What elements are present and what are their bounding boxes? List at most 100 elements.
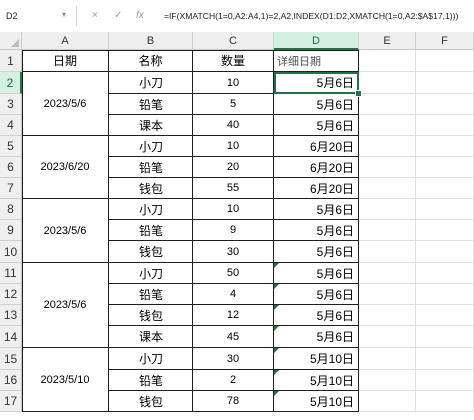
quantity-cell[interactable]: 30 bbox=[193, 348, 274, 370]
detail-date-cell[interactable]: 6月20日 bbox=[274, 178, 359, 199]
row-header-1[interactable]: 1 bbox=[0, 50, 22, 72]
row-header-2[interactable]: 2 bbox=[0, 72, 22, 94]
quantity-cell[interactable]: 2 bbox=[193, 370, 274, 391]
detail-date-cell[interactable]: 5月6日 bbox=[274, 326, 359, 348]
column-header-c[interactable]: C bbox=[193, 32, 274, 50]
empty-cell[interactable] bbox=[416, 326, 474, 348]
header-cell-d[interactable]: 详细日期 bbox=[274, 50, 359, 72]
empty-cell[interactable] bbox=[359, 178, 416, 199]
empty-cell[interactable] bbox=[416, 50, 474, 72]
name-cell[interactable]: 小刀 bbox=[109, 199, 193, 220]
column-header-a[interactable]: A bbox=[22, 32, 109, 50]
row-header-5[interactable]: 5 bbox=[0, 136, 22, 157]
name-cell[interactable]: 小刀 bbox=[109, 136, 193, 157]
empty-cell[interactable] bbox=[359, 136, 416, 157]
quantity-cell[interactable]: 5 bbox=[193, 94, 274, 115]
detail-date-cell[interactable]: 6月20日 bbox=[274, 157, 359, 178]
empty-cell[interactable] bbox=[416, 241, 474, 263]
empty-cell[interactable] bbox=[359, 220, 416, 241]
empty-cell[interactable] bbox=[416, 136, 474, 157]
detail-date-cell[interactable]: 5月6日 bbox=[274, 94, 359, 115]
name-box-dropdown-icon[interactable]: ▾ bbox=[62, 10, 66, 19]
empty-cell[interactable] bbox=[416, 284, 474, 305]
empty-cell[interactable] bbox=[359, 94, 416, 115]
empty-cell[interactable] bbox=[416, 199, 474, 220]
name-cell[interactable]: 课本 bbox=[109, 326, 193, 348]
date-cell[interactable]: 2023/5/6 bbox=[22, 263, 109, 348]
empty-cell[interactable] bbox=[416, 220, 474, 241]
name-cell[interactable]: 钱包 bbox=[109, 391, 193, 412]
quantity-cell[interactable]: 10 bbox=[193, 72, 274, 94]
name-cell[interactable]: 铅笔 bbox=[109, 94, 193, 115]
row-header-4[interactable]: 4 bbox=[0, 115, 22, 136]
row-header-14[interactable]: 14 bbox=[0, 326, 22, 348]
quantity-cell[interactable]: 10 bbox=[193, 136, 274, 157]
empty-cell[interactable] bbox=[416, 348, 474, 370]
empty-cell[interactable] bbox=[416, 115, 474, 136]
detail-date-cell[interactable]: 5月6日 bbox=[274, 199, 359, 220]
detail-date-cell[interactable]: 5月6日 bbox=[274, 284, 359, 305]
header-cell-a[interactable]: 日期 bbox=[22, 50, 109, 72]
detail-date-cell[interactable]: 5月6日 bbox=[274, 241, 359, 263]
detail-date-cell[interactable]: 5月6日 bbox=[274, 115, 359, 136]
formula-input[interactable]: =IF(XMATCH(1=0,A2:A4,1)=2,A2,INDEX(D1:D2… bbox=[164, 8, 469, 24]
detail-date-cell[interactable]: 5月6日 bbox=[274, 263, 359, 284]
quantity-cell[interactable]: 10 bbox=[193, 199, 274, 220]
name-cell[interactable]: 铅笔 bbox=[109, 220, 193, 241]
empty-cell[interactable] bbox=[416, 157, 474, 178]
name-cell[interactable]: 铅笔 bbox=[109, 370, 193, 391]
row-header-7[interactable]: 7 bbox=[0, 178, 22, 199]
empty-cell[interactable] bbox=[359, 157, 416, 178]
row-header-6[interactable]: 6 bbox=[0, 157, 22, 178]
row-header-3[interactable]: 3 bbox=[0, 94, 22, 115]
row-header-13[interactable]: 13 bbox=[0, 305, 22, 326]
row-header-17[interactable]: 17 bbox=[0, 391, 22, 412]
name-cell[interactable]: 课本 bbox=[109, 115, 193, 136]
empty-cell[interactable] bbox=[416, 391, 474, 412]
quantity-cell[interactable]: 55 bbox=[193, 178, 274, 199]
empty-cell[interactable] bbox=[359, 50, 416, 72]
name-cell[interactable]: 钱包 bbox=[109, 305, 193, 326]
name-cell[interactable]: 小刀 bbox=[109, 348, 193, 370]
empty-cell[interactable] bbox=[359, 326, 416, 348]
empty-cell[interactable] bbox=[416, 305, 474, 326]
empty-cell[interactable] bbox=[416, 94, 474, 115]
empty-cell[interactable] bbox=[359, 370, 416, 391]
header-cell-c[interactable]: 数量 bbox=[193, 50, 274, 72]
empty-cell[interactable] bbox=[416, 263, 474, 284]
column-header-d[interactable]: D bbox=[274, 32, 359, 50]
quantity-cell[interactable]: 20 bbox=[193, 157, 274, 178]
quantity-cell[interactable]: 9 bbox=[193, 220, 274, 241]
row-header-11[interactable]: 11 bbox=[0, 263, 22, 284]
quantity-cell[interactable]: 40 bbox=[193, 115, 274, 136]
date-cell[interactable]: 2023/6/20 bbox=[22, 136, 109, 199]
header-cell-b[interactable]: 名称 bbox=[109, 50, 193, 72]
date-cell[interactable]: 2023/5/10 bbox=[22, 348, 109, 412]
empty-cell[interactable] bbox=[359, 391, 416, 412]
detail-date-cell[interactable]: 5月6日 bbox=[274, 305, 359, 326]
empty-cell[interactable] bbox=[359, 241, 416, 263]
cancel-icon[interactable]: × bbox=[92, 9, 98, 23]
quantity-cell[interactable]: 30 bbox=[193, 241, 274, 263]
name-cell[interactable]: 钱包 bbox=[109, 241, 193, 263]
row-header-10[interactable]: 10 bbox=[0, 241, 22, 263]
empty-cell[interactable] bbox=[359, 199, 416, 220]
detail-date-cell[interactable]: 5月6日 bbox=[274, 72, 359, 94]
enter-icon[interactable]: ✓ bbox=[114, 9, 122, 23]
empty-cell[interactable] bbox=[359, 305, 416, 326]
empty-cell[interactable] bbox=[416, 178, 474, 199]
empty-cell[interactable] bbox=[359, 263, 416, 284]
detail-date-cell[interactable]: 5月10日 bbox=[274, 391, 359, 412]
detail-date-cell[interactable]: 5月6日 bbox=[274, 220, 359, 241]
row-header-12[interactable]: 12 bbox=[0, 284, 22, 305]
column-header-f[interactable]: F bbox=[416, 32, 474, 50]
quantity-cell[interactable]: 45 bbox=[193, 326, 274, 348]
empty-cell[interactable] bbox=[359, 72, 416, 94]
empty-cell[interactable] bbox=[416, 370, 474, 391]
date-cell[interactable]: 2023/5/6 bbox=[22, 199, 109, 263]
name-cell[interactable]: 小刀 bbox=[109, 72, 193, 94]
quantity-cell[interactable]: 78 bbox=[193, 391, 274, 412]
quantity-cell[interactable]: 4 bbox=[193, 284, 274, 305]
name-box[interactable]: D2 bbox=[2, 8, 60, 24]
name-cell[interactable]: 小刀 bbox=[109, 263, 193, 284]
